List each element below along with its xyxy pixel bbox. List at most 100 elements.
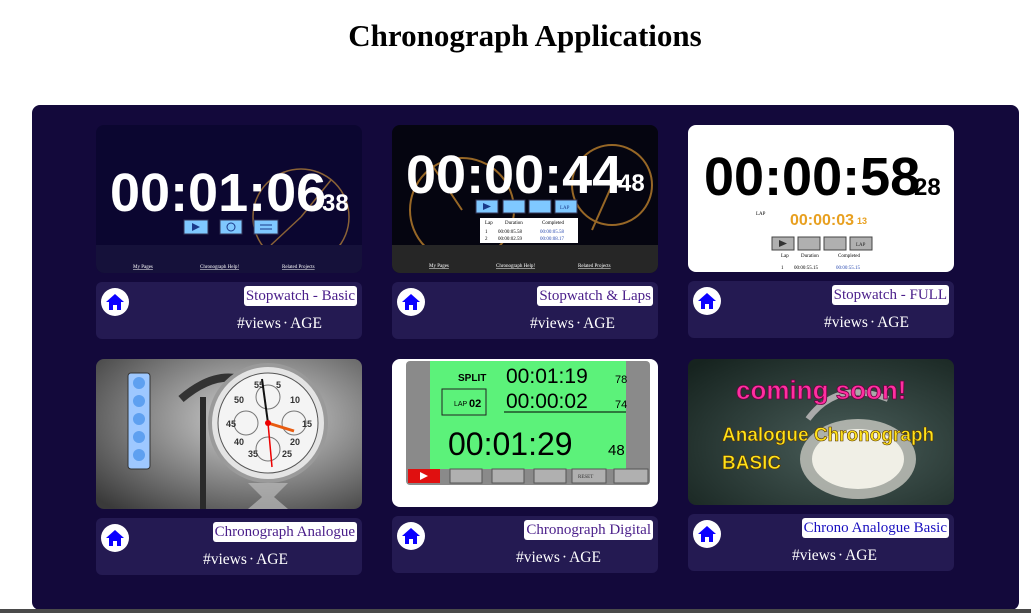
thumb-split-small: 78 — [615, 374, 627, 386]
age-label: AGE — [583, 315, 615, 332]
app-card-stopwatch-basic: 00:01:06 38 My Pages Chronograph Help! R… — [96, 125, 362, 339]
app-thumbnail-chronograph-analogue[interactable]: 55 5 50 10 45 15 40 20 35 25 — [96, 359, 362, 509]
app-card-chronograph-analogue: 55 5 50 10 45 15 40 20 35 25 Chronograph… — [96, 359, 362, 575]
home-icon — [402, 528, 420, 544]
thumb-small-time: 48 — [608, 442, 625, 459]
home-button[interactable] — [693, 520, 721, 548]
app-title-link[interactable]: Stopwatch - Basic — [243, 286, 357, 306]
thumb-main-time: 00:01:06 — [110, 163, 326, 223]
thumb-lap-cell: 00:00:05.58 — [540, 230, 565, 235]
age-label: AGE — [256, 551, 288, 568]
thumb-split-time: 00:01:19 — [506, 365, 588, 388]
app-meta: #views · AGE — [203, 551, 288, 568]
dial-number: 35 — [248, 449, 258, 459]
app-card-info: Chrono Analogue Basic #views · AGE — [688, 514, 954, 571]
thumb-lap-label: LAP — [756, 212, 766, 217]
app-thumbnail-chronograph-digital[interactable]: SPLIT 00:01:19 78 LAP 02 00:00:02 74 00:… — [392, 359, 658, 507]
app-thumbnail-stopwatch-full[interactable]: 00:00:58 28 LAP 00:00:03 13 LAP Lap Dura… — [688, 125, 954, 272]
views-count: #views — [824, 314, 868, 331]
app-card-info: Stopwatch & Laps #views · AGE — [392, 282, 658, 339]
thumb-basic: BASIC — [722, 453, 781, 474]
dial-number: 25 — [282, 449, 292, 459]
thumb-subtitle: Analogue Chronograph — [722, 425, 934, 446]
thumb-lap-cell: 00:00:02.59 — [498, 237, 523, 242]
app-meta: #views · AGE — [530, 315, 615, 332]
thumb-lap-small: 74 — [615, 399, 627, 411]
home-icon — [106, 530, 124, 546]
age-label: AGE — [845, 547, 877, 564]
thumb-lap-cell: 00:00:08.17 — [540, 237, 565, 242]
thumb-link-my-pages: My Pages — [429, 264, 449, 269]
app-card-info: Chronograph Analogue #views · AGE — [96, 518, 362, 575]
home-button[interactable] — [101, 524, 129, 552]
thumb-lap-small: 13 — [857, 216, 867, 226]
dial-number: 50 — [234, 395, 244, 405]
age-label: AGE — [290, 315, 322, 332]
thumb-lap-header: Lap — [781, 254, 789, 259]
app-card-info: Chronograph Digital #views · AGE — [392, 516, 658, 573]
bottom-divider — [0, 609, 1031, 613]
thumb-lap-button: LAP — [856, 243, 866, 248]
thumb-lap-cell: 00:00:55.15 — [836, 266, 861, 271]
views-count: #views — [237, 315, 281, 332]
thumb-lap-number: 02 — [469, 398, 481, 410]
dial-number: 10 — [290, 395, 300, 405]
views-count: #views — [792, 547, 836, 564]
thumb-lap-cell: 00:00:55.15 — [794, 266, 819, 271]
thumb-link-help: Chronograph Help! — [496, 264, 535, 269]
dial-number: 5 — [276, 380, 281, 390]
dial-number: 45 — [226, 419, 236, 429]
home-icon — [402, 294, 420, 310]
app-title-link[interactable]: Chrono Analogue Basic — [801, 518, 949, 538]
thumb-link-related: Related Projects — [282, 265, 315, 270]
thumb-coming-soon: coming soon! — [736, 375, 906, 405]
thumb-lap-cell: 00:00:05.58 — [498, 230, 523, 235]
page-title: Chronograph Applications — [348, 18, 702, 53]
views-count: #views — [203, 551, 247, 568]
views-count: #views — [530, 315, 574, 332]
dial-number: 20 — [290, 437, 300, 447]
home-button[interactable] — [101, 288, 129, 316]
thumb-lap-time: 00:00:02 — [506, 390, 588, 413]
thumb-lap-time: 00:00:03 — [790, 212, 854, 229]
home-icon — [106, 294, 124, 310]
app-meta: #views · AGE — [516, 549, 601, 566]
app-thumbnail-stopwatch-basic[interactable]: 00:01:06 38 My Pages Chronograph Help! R… — [96, 125, 362, 273]
app-thumbnail-chrono-analogue-basic[interactable]: coming soon! Analogue Chronograph BASIC — [688, 359, 954, 505]
thumb-small-time: 38 — [322, 190, 349, 217]
app-meta: #views · AGE — [792, 547, 877, 564]
app-title-link[interactable]: Chronograph Digital — [524, 520, 653, 540]
thumb-small-time: 28 — [914, 174, 941, 201]
app-meta: #views · AGE — [237, 315, 322, 332]
app-card-chronograph-digital: SPLIT 00:01:19 78 LAP 02 00:00:02 74 00:… — [392, 359, 658, 573]
home-icon — [698, 526, 716, 542]
thumb-small-time: 48 — [618, 170, 645, 197]
thumb-lap-header: Duration — [505, 221, 523, 226]
dial-number: 15 — [302, 419, 312, 429]
home-button[interactable] — [397, 522, 425, 550]
app-card-chrono-analogue-basic: coming soon! Analogue Chronograph BASIC … — [688, 359, 954, 571]
thumb-lap-header: Completed — [542, 221, 564, 226]
thumb-main-time: 00:00:44 — [406, 145, 622, 205]
home-icon — [698, 293, 716, 309]
thumb-lap-label: LAP — [454, 401, 468, 408]
thumb-main-time: 00:01:29 — [448, 426, 573, 462]
age-label: AGE — [569, 549, 601, 566]
home-button[interactable] — [397, 288, 425, 316]
home-button[interactable] — [693, 287, 721, 315]
app-title-link[interactable]: Stopwatch - FULL — [831, 285, 949, 305]
thumb-split-label: SPLIT — [458, 373, 486, 384]
app-title-link[interactable]: Chronograph Analogue — [212, 522, 357, 542]
app-title-link[interactable]: Stopwatch & Laps — [537, 286, 653, 306]
thumb-reset-button: RESET — [578, 475, 593, 480]
thumb-link-related: Related Projects — [578, 264, 611, 269]
thumb-link-help: Chronograph Help! — [200, 265, 239, 270]
app-meta: #views · AGE — [824, 314, 909, 331]
dial-number: 40 — [234, 437, 244, 447]
app-thumbnail-stopwatch-laps[interactable]: 00:00:44 48 LAP Lap Duration Completed 1… — [392, 125, 658, 273]
app-card-info: Stopwatch - FULL #views · AGE — [688, 281, 954, 338]
app-card-stopwatch-laps: 00:00:44 48 LAP Lap Duration Completed 1… — [392, 125, 658, 339]
thumb-lap-button: LAP — [560, 206, 570, 211]
thumb-lap-header: Completed — [838, 254, 860, 259]
app-card-info: Stopwatch - Basic #views · AGE — [96, 282, 362, 339]
